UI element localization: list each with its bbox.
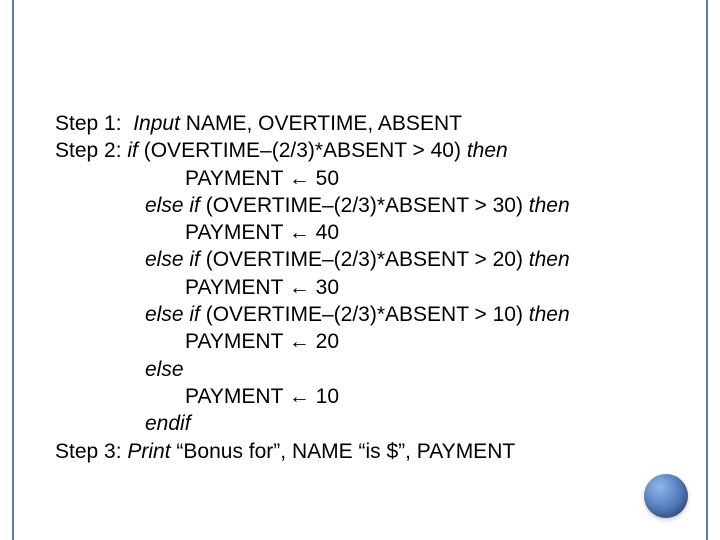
step-1-vars: NAME, OVERTIME, ABSENT [180, 112, 462, 135]
pseudocode-block: Step 1: Input NAME, OVERTIME, ABSENT Ste… [55, 110, 665, 465]
keyword-elseif: else if [145, 194, 206, 217]
keyword-if: if [127, 139, 143, 162]
step-2-label: Step 2: [55, 139, 127, 162]
condition-3: (OVERTIME–(2/3)*ABSENT > 20) [206, 248, 529, 271]
step-3-label: Step 3: [55, 440, 127, 463]
keyword-then: then [529, 303, 570, 326]
keyword-elseif: else if [145, 303, 206, 326]
keyword-elseif: else if [145, 248, 206, 271]
assign-3: PAYMENT ← 30 [55, 274, 665, 301]
elseif-2-line: else if (OVERTIME–(2/3)*ABSENT > 20) the… [55, 246, 665, 273]
keyword-endif: endif [55, 410, 665, 437]
keyword-then: then [529, 194, 570, 217]
condition-4: (OVERTIME–(2/3)*ABSENT > 10) [206, 303, 529, 326]
keyword-print: Print [127, 440, 176, 463]
step-1-line: Step 1: Input NAME, OVERTIME, ABSENT [55, 110, 665, 137]
assign-4: PAYMENT ← 20 [55, 328, 665, 355]
keyword-else: else [55, 356, 665, 383]
step-3-line: Step 3: Print “Bonus for”, NAME “is $”, … [55, 438, 665, 465]
step-2-line: Step 2: if (OVERTIME–(2/3)*ABSENT > 40) … [55, 137, 665, 164]
slide-container: Step 1: Input NAME, OVERTIME, ABSENT Ste… [0, 0, 720, 540]
keyword-then: then [529, 248, 570, 271]
assign-1: PAYMENT ← 50 [55, 165, 665, 192]
elseif-1-line: else if (OVERTIME–(2/3)*ABSENT > 30) the… [55, 192, 665, 219]
left-border-line [12, 0, 14, 540]
step-1-label: Step 1: [55, 112, 133, 135]
decorative-sphere-icon [644, 474, 688, 518]
condition-2: (OVERTIME–(2/3)*ABSENT > 30) [206, 194, 529, 217]
right-border-line [706, 0, 708, 540]
elseif-3-line: else if (OVERTIME–(2/3)*ABSENT > 10) the… [55, 301, 665, 328]
assign-5: PAYMENT ← 10 [55, 383, 665, 410]
assign-2: PAYMENT ← 40 [55, 219, 665, 246]
keyword-then: then [467, 139, 508, 162]
keyword-input: Input [133, 112, 180, 135]
print-args: “Bonus for”, NAME “is $”, PAYMENT [176, 440, 515, 463]
condition-1: (OVERTIME–(2/3)*ABSENT > 40) [144, 139, 467, 162]
